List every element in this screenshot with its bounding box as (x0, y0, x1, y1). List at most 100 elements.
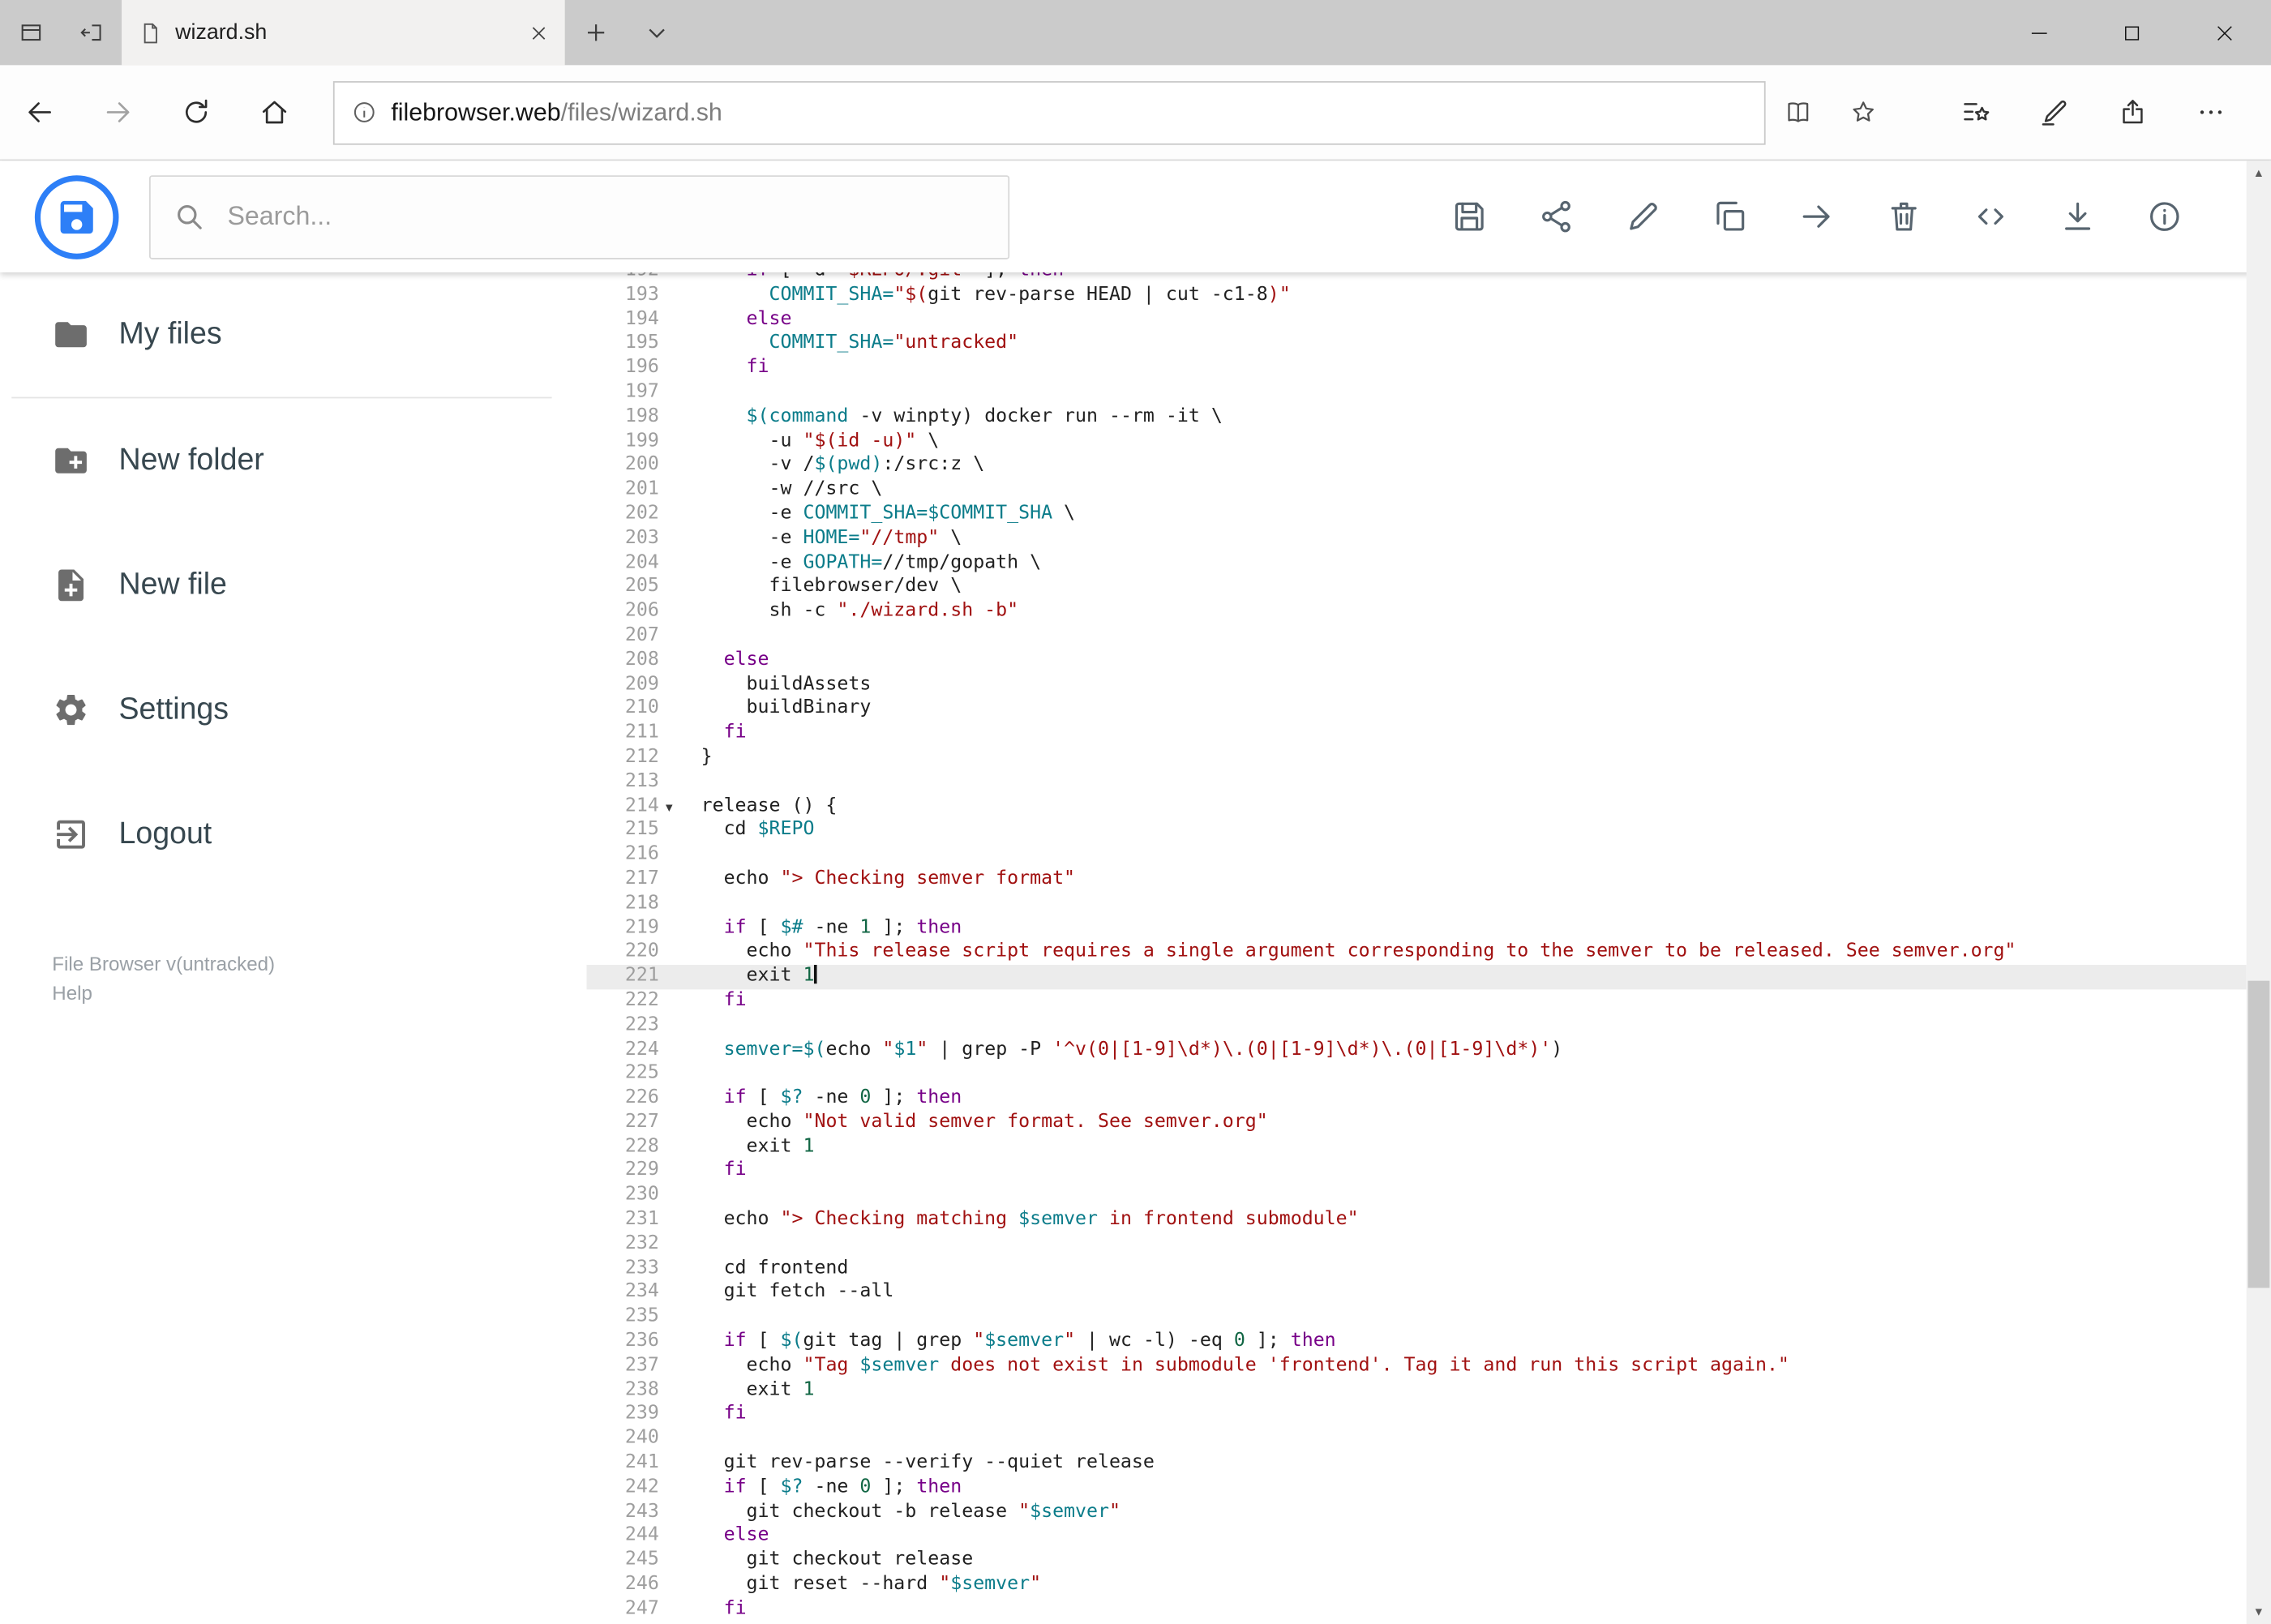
web-note-button[interactable] (2015, 76, 2093, 148)
scroll-up-icon[interactable]: ▲ (2247, 161, 2271, 185)
code-line[interactable]: 221 exit 1 (586, 965, 2247, 990)
code-line[interactable]: 232 (586, 1232, 2246, 1257)
save-button[interactable] (1425, 174, 1512, 260)
code-line[interactable]: 194 else (586, 308, 2246, 332)
code-line[interactable]: 208 else (586, 649, 2246, 673)
minimize-button[interactable] (1993, 0, 2085, 65)
code-line[interactable]: 233 cd frontend (586, 1257, 2246, 1281)
hub-button[interactable] (1936, 76, 2014, 148)
code-line[interactable]: 207 (586, 624, 2246, 649)
code-line[interactable]: 214 ▼ release () { (586, 795, 2246, 819)
code-line[interactable]: 234 git fetch --all (586, 1281, 2246, 1305)
move-button[interactable] (1773, 174, 1860, 260)
back-button[interactable] (0, 76, 78, 148)
code-line[interactable]: 230 (586, 1184, 2246, 1208)
code-line[interactable]: 222 fi (586, 989, 2246, 1013)
browser-tab[interactable]: wizard.sh (122, 0, 565, 66)
sidebar-item-logout[interactable]: Logout (0, 772, 586, 897)
code-line[interactable]: 241 git rev-parse --verify --quiet relea… (586, 1451, 2246, 1476)
page-scrollbar[interactable]: ▲ ▼ (2246, 161, 2271, 1624)
forward-button[interactable] (78, 76, 156, 148)
code-line[interactable]: 210 buildBinary (586, 697, 2246, 722)
code-line[interactable]: 211 fi (586, 722, 2246, 746)
download-button[interactable] (2033, 174, 2120, 260)
code-line[interactable]: 197 (586, 381, 2246, 405)
code-line[interactable]: 245 git checkout release (586, 1549, 2246, 1574)
delete-button[interactable] (1860, 174, 1947, 260)
code-line[interactable]: 200 -v /$(pwd):/src:z \ (586, 454, 2246, 478)
code-line[interactable]: 216 (586, 843, 2246, 868)
code-line[interactable]: 223 (586, 1013, 2246, 1038)
code-line[interactable]: 195 COMMIT_SHA="untracked" (586, 332, 2246, 357)
code-line[interactable]: 196 fi (586, 357, 2246, 381)
tabs-aside-button[interactable] (61, 0, 122, 65)
code-line[interactable]: 209 buildAssets (586, 673, 2246, 697)
code-line[interactable]: 229 fi (586, 1159, 2246, 1184)
code-line[interactable]: 240 (586, 1427, 2246, 1451)
code-line[interactable]: 218 (586, 892, 2246, 916)
favorite-button[interactable] (1831, 99, 1896, 126)
search-box[interactable] (148, 174, 1010, 259)
scroll-down-icon[interactable]: ▼ (2247, 1600, 2271, 1624)
code-line[interactable]: 205 filebrowser/dev \ (586, 576, 2246, 600)
reading-view-button[interactable] (1766, 99, 1831, 126)
refresh-button[interactable] (156, 76, 234, 148)
tab-list-button[interactable] (626, 0, 687, 65)
code-line[interactable]: 193 COMMIT_SHA="$(git rev-parse HEAD | c… (586, 284, 2246, 308)
info-button[interactable] (2120, 174, 2207, 260)
share-button[interactable] (1512, 174, 1599, 260)
sidebar-item-new-file[interactable]: New file (0, 523, 586, 648)
code-line[interactable]: 206 sh -c "./wizard.sh -b" (586, 600, 2246, 624)
code-line[interactable]: 235 (586, 1305, 2246, 1330)
code-line[interactable]: 219 if [ $# -ne 1 ]; then (586, 916, 2246, 941)
code-line[interactable]: 225 (586, 1062, 2246, 1086)
sidebar-item-my-files[interactable]: My files (0, 272, 586, 397)
code-line[interactable]: 236 if [ $(git tag | grep "$semver" | wc… (586, 1330, 2246, 1354)
code-line[interactable]: 231 echo "> Checking matching $semver in… (586, 1208, 2246, 1232)
rename-button[interactable] (1599, 174, 1686, 260)
maximize-button[interactable] (2085, 0, 2178, 65)
new-tab-button[interactable] (565, 0, 626, 65)
tab-close-icon[interactable] (530, 24, 547, 41)
code-line[interactable]: 199 -u "$(id -u)" \ (586, 430, 2246, 454)
code-view-button[interactable] (1947, 174, 2033, 260)
search-input[interactable] (224, 199, 985, 234)
code-line[interactable]: 201 -w //src \ (586, 478, 2246, 503)
scrollbar-thumb[interactable] (2247, 979, 2270, 1288)
copy-button[interactable] (1686, 174, 1772, 260)
code-line[interactable]: 237 echo "Tag $semver does not exist in … (586, 1354, 2246, 1378)
code-line[interactable]: 220 echo "This release script requires a… (586, 941, 2246, 965)
page-info-icon[interactable] (352, 100, 376, 124)
close-button[interactable] (2179, 0, 2271, 65)
code-line[interactable]: 226 if [ $? -ne 0 ]; then (586, 1086, 2246, 1111)
code-line[interactable]: 213 (586, 770, 2246, 795)
code-line[interactable]: 238 exit 1 (586, 1378, 2246, 1403)
fold-marker-icon[interactable]: ▼ (659, 795, 679, 819)
code-line[interactable]: 246 git reset --hard "$semver" (586, 1574, 2246, 1598)
code-line[interactable]: 215 cd $REPO (586, 819, 2246, 843)
sidebar-item-new-folder[interactable]: New folder (0, 398, 586, 523)
help-link[interactable]: Help (52, 979, 275, 1009)
sidebar-item-settings[interactable]: Settings (0, 648, 586, 773)
code-line[interactable]: 242 if [ $? -ne 0 ]; then (586, 1476, 2246, 1500)
code-line[interactable]: 204 -e GOPATH=//tmp/gopath \ (586, 551, 2246, 576)
code-line[interactable]: 198 $(command -v winpty) docker run --rm… (586, 405, 2246, 430)
code-line[interactable]: 202 -e COMMIT_SHA=$COMMIT_SHA \ (586, 503, 2246, 527)
code-line[interactable]: 244 else (586, 1524, 2246, 1549)
code-line[interactable]: 228 exit 1 (586, 1135, 2246, 1159)
tab-preview-button[interactable] (0, 0, 61, 65)
code-line[interactable]: 239 fi (586, 1403, 2246, 1427)
code-line[interactable]: 247 fi (586, 1598, 2246, 1622)
filebrowser-logo[interactable] (34, 174, 119, 259)
code-line[interactable]: 217 echo "> Checking semver format" (586, 868, 2246, 892)
code-line[interactable]: 192 if [ -d "$REPO/.git" ]; then (586, 272, 2246, 284)
code-line[interactable]: 224 semver=$(echo "$1" | grep -P '^v(0|[… (586, 1038, 2246, 1062)
more-options-button[interactable] (2171, 76, 2249, 148)
code-line[interactable]: 212} (586, 746, 2246, 770)
code-editor[interactable]: 192 if [ -d "$REPO/.git" ]; then193 COMM… (586, 272, 2247, 1624)
home-button[interactable] (234, 76, 312, 148)
code-line[interactable]: 227 echo "Not valid semver format. See s… (586, 1111, 2246, 1135)
code-line[interactable]: 243 git checkout -b release "$semver" (586, 1500, 2246, 1524)
code-line[interactable]: 203 -e HOME="//tmp" \ (586, 527, 2246, 551)
share-page-button[interactable] (2093, 76, 2170, 148)
